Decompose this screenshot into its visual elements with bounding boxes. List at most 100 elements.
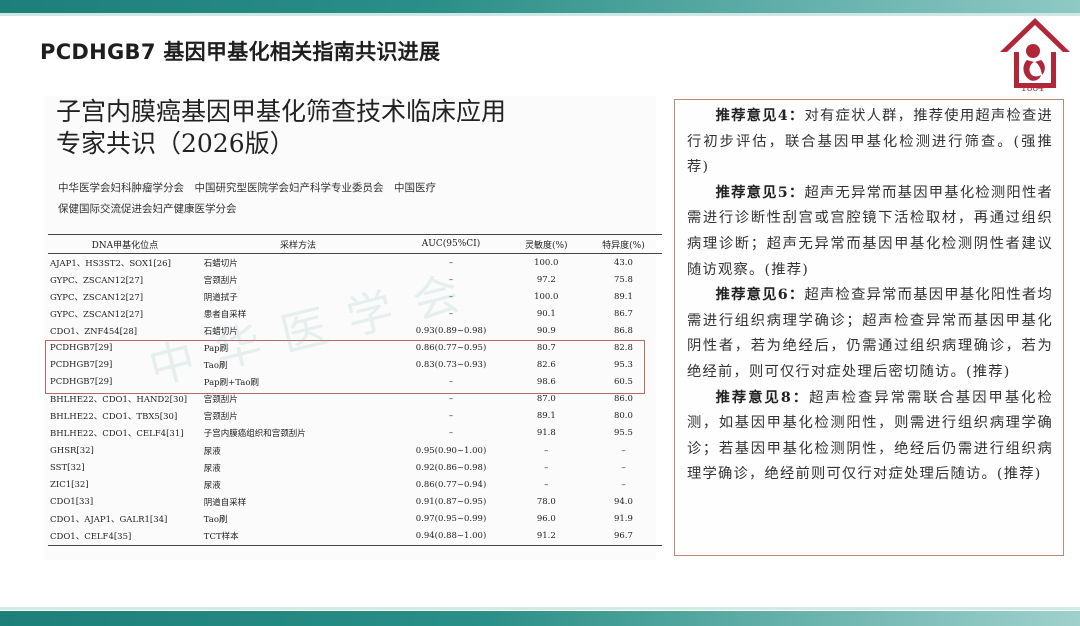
cell-specificity: 86.8 bbox=[613, 325, 633, 336]
recommendation-label: 推荐意见5： bbox=[715, 184, 805, 201]
cell-site: SST[32] bbox=[50, 462, 85, 473]
cell-sensitivity: 96.0 bbox=[536, 513, 556, 524]
table-row: GYPC、ZSCAN12[27] 患者自采样 – 90.1 86.7 bbox=[48, 305, 662, 322]
cell-auc: – bbox=[448, 394, 454, 405]
recommendation-label: 推荐意见4： bbox=[715, 108, 805, 124]
consensus-document-image: 子宫内膜癌基因甲基化筛查技术临床应用 专家共识（2026版） 中华医学会妇科肿瘤… bbox=[44, 96, 662, 560]
table-row: PCDHGB7[29] Pap刷+Tao刷 – 98.6 60.5 bbox=[48, 374, 662, 391]
cell-sampling: 尿液 bbox=[203, 463, 221, 474]
document-title-line1: 子宫内膜癌基因甲基化筛查技术临床应用 bbox=[56, 97, 507, 126]
cell-site: BHLHE22、CDO1、CELF4[31] bbox=[50, 429, 184, 440]
logo-year: 1884 bbox=[1021, 84, 1044, 94]
table-row: PCDHGB7[29] Tao刷 0.83(0.73~0.93) 82.6 95.3 bbox=[48, 357, 662, 374]
col-header-site: DNA甲基化位点 bbox=[48, 234, 202, 254]
cell-site: PCDHGB7[29] bbox=[50, 377, 113, 388]
cell-auc: – bbox=[448, 428, 454, 439]
col-header-specificity: 特异度(%) bbox=[584, 234, 662, 254]
table-row: AJAP1、HS3ST2、SOX1[26] 石蜡切片 – 100.0 43.0 bbox=[48, 254, 662, 272]
cell-specificity: 86.0 bbox=[613, 394, 633, 405]
cell-sensitivity: 98.6 bbox=[536, 377, 556, 388]
org-line1: 中华医学会妇科肿瘤学分会 中国研究型医院学会妇产科学专业委员会 中国医疗 bbox=[58, 182, 436, 194]
table-row: GHSR[32] 尿液 0.95(0.90~1.00) – – bbox=[48, 442, 662, 459]
cell-sensitivity: 91.2 bbox=[507, 527, 585, 546]
cell-site: PCDHGB7[29] bbox=[50, 343, 113, 354]
cell-sampling: 患者自采样 bbox=[203, 309, 247, 320]
cell-specificity: 95.5 bbox=[613, 428, 633, 439]
cell-site: BHLHE22、CDO1、TBX5[30] bbox=[50, 412, 178, 423]
cell-sampling: 宫颈刮片 bbox=[203, 275, 238, 286]
document-title: 子宫内膜癌基因甲基化筛查技术临床应用 专家共识（2026版） bbox=[56, 96, 576, 160]
bottom-accent-bar bbox=[0, 611, 1080, 626]
recommendations-text: 推荐意见4：对有症状人群，推荐使用超声检查进行初步评估，联合基因甲基化检测进行筛… bbox=[675, 100, 1063, 488]
cell-site: CDO1[33] bbox=[50, 496, 94, 507]
cell-sampling: 石蜡切片 bbox=[203, 326, 238, 337]
cell-sampling: 尿液 bbox=[203, 480, 221, 491]
cell-auc: 0.97(0.95~0.99) bbox=[415, 513, 487, 524]
cell-auc: – bbox=[448, 257, 454, 268]
cell-auc: – bbox=[448, 411, 454, 422]
document-title-line2: 专家共识（2026版） bbox=[56, 129, 295, 158]
cell-sensitivity: 87.0 bbox=[536, 394, 556, 405]
cell-sampling: 子宫内膜癌组织和宫颈刮片 bbox=[203, 429, 306, 440]
cell-sampling: Pap刷 bbox=[203, 344, 229, 355]
cell-site: AJAP1、HS3ST2、SOX1[26] bbox=[50, 258, 171, 269]
cell-sensitivity: – bbox=[544, 462, 549, 473]
cell-sensitivity: 78.0 bbox=[536, 496, 556, 507]
cell-specificity: 82.8 bbox=[613, 343, 633, 354]
col-header-sampling: 采样方法 bbox=[201, 234, 395, 254]
cell-site: CDO1、CELF4[35] bbox=[48, 527, 202, 546]
top-accent-stripe bbox=[0, 13, 1080, 16]
recommendation-item: 推荐意见5：超声无异常而基因甲基化检测阳性者需进行诊断性刮宫或宫腔镜下活检取材，… bbox=[687, 181, 1053, 283]
cell-site: CDO1、AJAP1、GALR1[34] bbox=[50, 514, 168, 525]
cell-auc: 0.94(0.88~1.00) bbox=[394, 527, 508, 546]
cell-auc: – bbox=[448, 274, 454, 285]
cell-auc: 0.93(0.89~0.98) bbox=[415, 325, 487, 336]
cell-sensitivity: 89.1 bbox=[536, 411, 556, 422]
recommendation-item: 推荐意见4：对有症状人群，推荐使用超声检查进行初步评估，联合基因甲基化检测进行筛… bbox=[687, 104, 1053, 181]
cell-site: BHLHE22、CDO1、HAND2[30] bbox=[50, 395, 188, 406]
recommendations-panel: 推荐意见4：对有症状人群，推荐使用超声检查进行初步评估，联合基因甲基化检测进行筛… bbox=[674, 99, 1064, 556]
document-organizations: 中华医学会妇科肿瘤学分会 中国研究型医院学会妇产科学专业委员会 中国医疗 保健国… bbox=[58, 178, 558, 220]
cell-auc: – bbox=[448, 291, 454, 302]
table-row: ZIC1[32] 尿液 0.86(0.77~0.94) – – bbox=[48, 476, 662, 493]
cell-sampling: 阴道拭子 bbox=[203, 292, 238, 303]
cell-specificity: 89.1 bbox=[613, 291, 633, 302]
table-row: CDO1、CELF4[35] TCT样本 0.94(0.88~1.00) 91.2 96… bbox=[48, 527, 662, 546]
table-row: BHLHE22、CDO1、CELF4[31] 子宫内膜癌组织和宫颈刮片 – 91.8 9… bbox=[48, 425, 662, 442]
cell-sampling: Tao刷 bbox=[203, 514, 228, 525]
cell-specificity: – bbox=[621, 462, 626, 473]
cell-auc: 0.91(0.87~0.95) bbox=[415, 496, 487, 507]
cell-sensitivity: 90.9 bbox=[536, 325, 556, 336]
cell-sensitivity: – bbox=[544, 479, 549, 490]
cell-auc: 0.95(0.90~1.00) bbox=[415, 445, 487, 456]
cell-sensitivity: 100.0 bbox=[534, 291, 559, 302]
cell-specificity: – bbox=[621, 479, 626, 490]
slide-title: PCDHGB7 基因甲基化相关指南共识进展 bbox=[40, 40, 441, 64]
cell-sensitivity: 97.2 bbox=[536, 274, 556, 285]
cell-site: GYPC、ZSCAN12[27] bbox=[50, 309, 144, 320]
cell-site: ZIC1[32] bbox=[50, 479, 89, 490]
col-header-sensitivity: 灵敏度(%) bbox=[507, 234, 585, 254]
table-row: GYPC、ZSCAN12[27] 宫颈刮片 – 97.2 75.8 bbox=[48, 271, 662, 288]
org-line2: 保健国际交流促进会妇产健康医学分会 bbox=[58, 203, 237, 215]
cell-sampling: 宫颈刮片 bbox=[203, 412, 238, 423]
table-row: GYPC、ZSCAN12[27] 阴道拭子 – 100.0 89.1 bbox=[48, 288, 662, 305]
cell-site: CDO1、ZNF454[28] bbox=[50, 326, 138, 337]
cell-auc: – bbox=[448, 377, 454, 388]
methylation-table: DNA甲基化位点 采样方法 AUC(95%CI) 灵敏度(%) 特异度(%) A… bbox=[48, 234, 662, 546]
cell-specificity: 43.0 bbox=[613, 257, 633, 268]
cell-auc: – bbox=[448, 308, 454, 319]
cell-site: PCDHGB7[29] bbox=[50, 360, 113, 371]
cell-site: GYPC、ZSCAN12[27] bbox=[50, 275, 144, 286]
table-row: SST[32] 尿液 0.92(0.86~0.98) – – bbox=[48, 459, 662, 476]
cell-sampling: 阴道自采样 bbox=[203, 497, 247, 508]
recommendation-item: 推荐意见6：超声检查异常而基因甲基化阳性者均需进行组织病理学确诊；超声检查异常而… bbox=[687, 283, 1053, 385]
table-row: CDO1[33] 阴道自采样 0.91(0.87~0.95) 78.0 94.0 bbox=[48, 493, 662, 510]
table-row: BHLHE22、CDO1、TBX5[30] 宫颈刮片 – 89.1 80.0 bbox=[48, 408, 662, 425]
cell-specificity: 96.7 bbox=[584, 527, 662, 546]
cell-specificity: 75.8 bbox=[613, 274, 633, 285]
table-row: CDO1、ZNF454[28] 石蜡切片 0.93(0.89~0.98) 90.9 86… bbox=[48, 322, 662, 339]
cell-sensitivity: 91.8 bbox=[536, 428, 556, 439]
cell-specificity: 94.0 bbox=[613, 496, 633, 507]
cell-sensitivity: 82.6 bbox=[536, 360, 556, 371]
